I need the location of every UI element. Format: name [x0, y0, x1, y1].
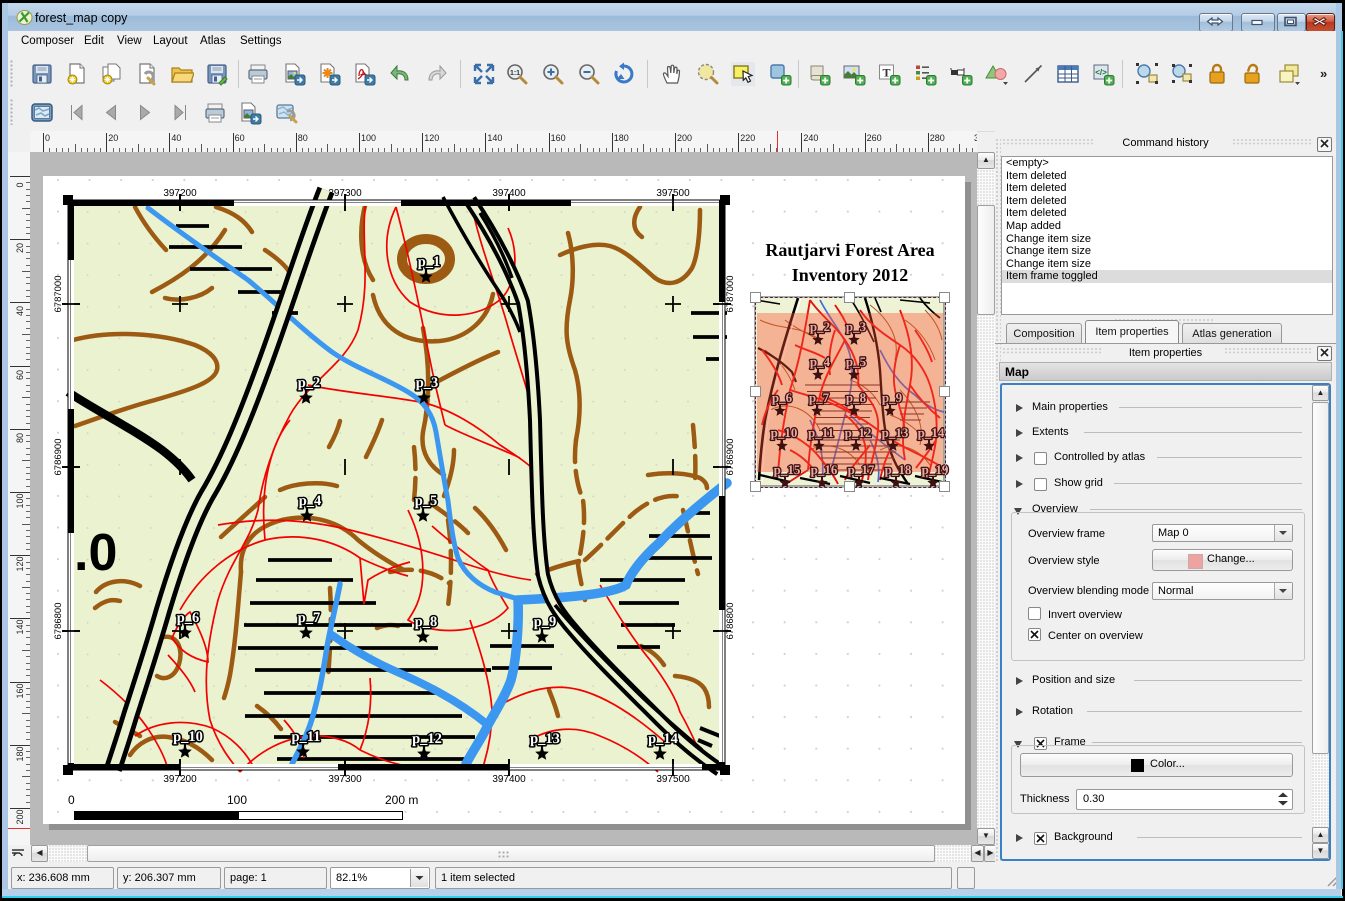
svg-text:p_1: p_1: [418, 254, 441, 270]
svg-text:p_10: p_10: [173, 729, 203, 745]
svg-text:p_4: p_4: [299, 493, 322, 509]
svg-text:1:1: 1:1: [510, 70, 520, 77]
svg-text:p_11: p_11: [291, 729, 320, 745]
svg-text:p_6: p_6: [177, 610, 200, 626]
svg-text:p_12: p_12: [412, 731, 442, 747]
svg-text:p_5: p_5: [415, 493, 438, 509]
svg-text:p_2: p_2: [298, 375, 321, 391]
svg-text:p_8: p_8: [415, 614, 438, 630]
svg-text:p_13: p_13: [530, 731, 560, 747]
svg-text:T: T: [882, 66, 890, 80]
svg-text:p_9: p_9: [534, 614, 557, 630]
svg-text:p_3: p_3: [416, 375, 439, 391]
svg-text:p_7: p_7: [298, 610, 321, 626]
svg-text:p_14: p_14: [648, 731, 678, 747]
